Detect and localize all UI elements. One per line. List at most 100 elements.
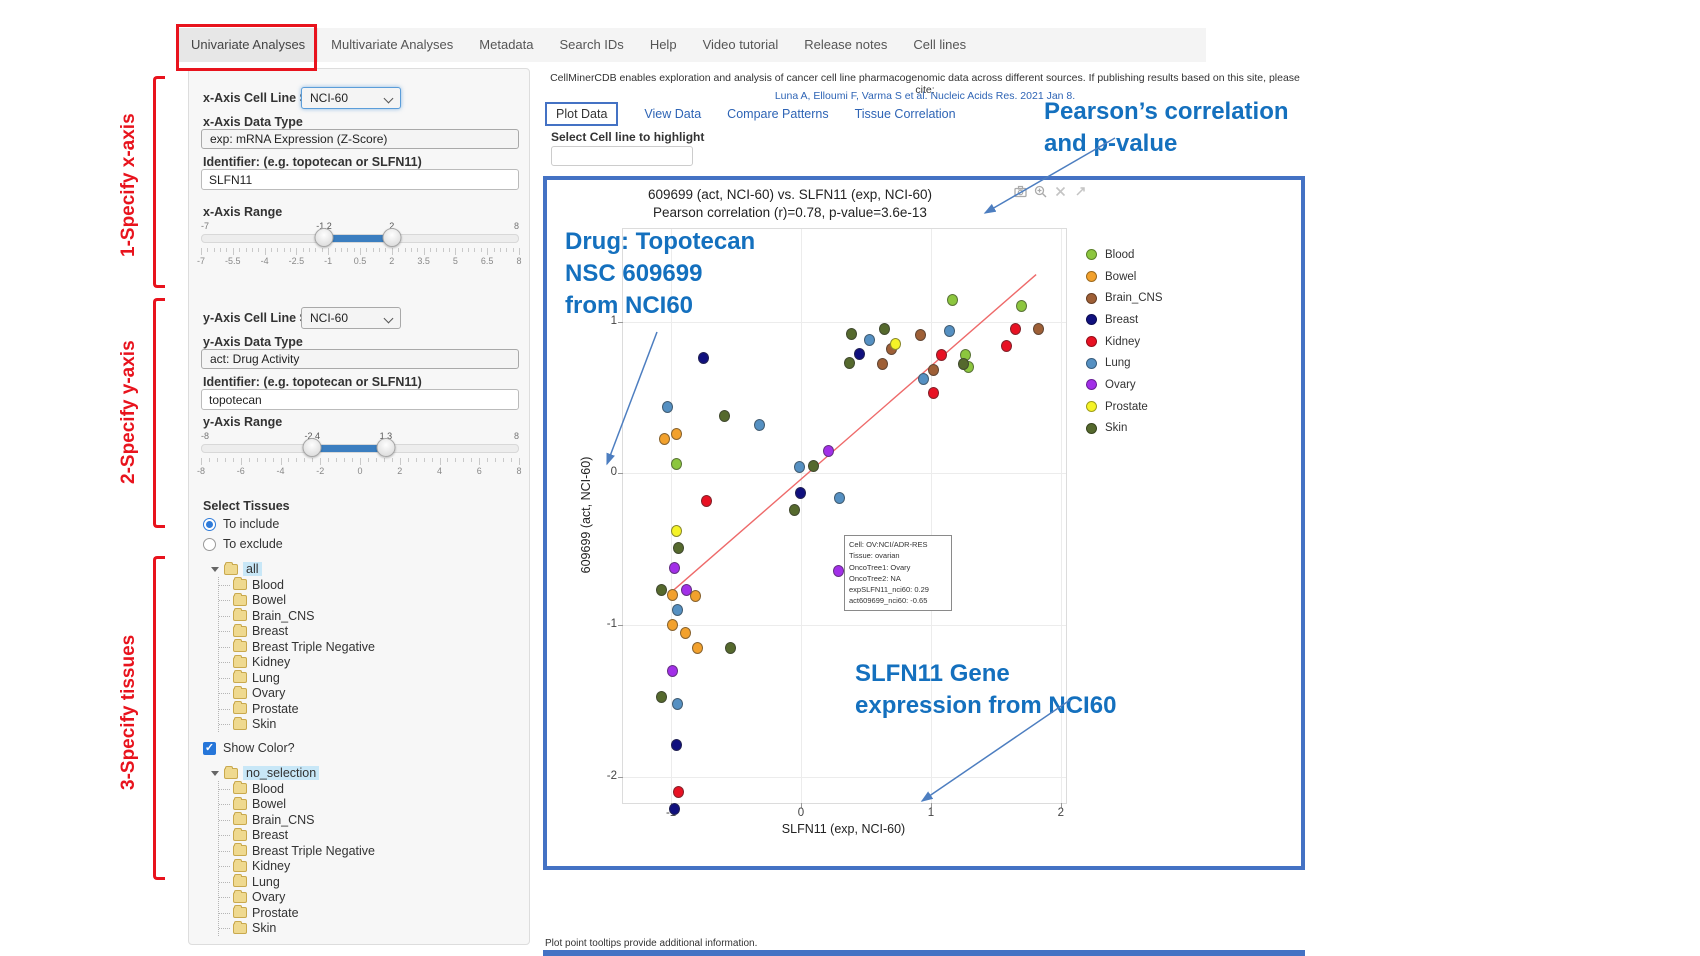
nav-tab-multivariate-analyses[interactable]: Multivariate Analyses (318, 28, 466, 62)
tree-children: BloodBowelBrain_CNSBreastBreast Triple N… (218, 781, 375, 936)
legend-item-brain-cns[interactable]: Brain_CNS (1086, 287, 1163, 309)
tree-expander-icon[interactable] (211, 771, 219, 776)
tree-root-no-selection[interactable]: no_selection (211, 765, 375, 781)
tree-root-all[interactable]: all (211, 561, 375, 577)
y-cell-line-set-select[interactable]: NCI-60 (301, 307, 401, 329)
scatter-point-bowel[interactable] (692, 642, 703, 654)
folder-icon (233, 830, 247, 841)
y-slider-handle-high[interactable] (376, 438, 395, 457)
x-slider-handle-high[interactable] (382, 228, 401, 247)
tree-item-kidney[interactable]: Kidney (219, 655, 375, 671)
scatter-point-kidney[interactable] (1010, 323, 1021, 335)
tree-item-brain-cns[interactable]: Brain_CNS (219, 608, 375, 624)
tree-item-lung[interactable]: Lung (219, 670, 375, 686)
tree-item-skin[interactable]: Skin (219, 921, 375, 937)
scatter-point-breast[interactable] (698, 352, 709, 364)
scatter-point-bowel[interactable] (680, 627, 691, 639)
scatter-point-bowel[interactable] (671, 428, 682, 440)
tree-item-bowel[interactable]: Bowel (219, 797, 375, 813)
legend-item-kidney[interactable]: Kidney (1086, 331, 1163, 353)
y-data-type-select[interactable]: act: Drug Activity (201, 349, 519, 369)
legend-item-skin[interactable]: Skin (1086, 418, 1163, 440)
scatter-point-lung[interactable] (754, 419, 765, 431)
x-range-slider[interactable]: -78-1.22-7-5.5-4-2.5-10.523.556.58 (201, 221, 519, 269)
legend-item-prostate[interactable]: Prostate (1086, 396, 1163, 418)
scatter-point-ovary[interactable] (833, 565, 844, 577)
camera-icon[interactable] (1014, 185, 1027, 198)
y-slider-tick-label: 8 (516, 466, 521, 476)
tab-view-data[interactable]: View Data (644, 107, 701, 121)
tree-item-skin[interactable]: Skin (219, 717, 375, 733)
exclude-radio[interactable]: To exclude (203, 537, 283, 551)
scatter-point-lung[interactable] (918, 373, 929, 385)
legend-item-ovary[interactable]: Ovary (1086, 374, 1163, 396)
nav-tab-metadata[interactable]: Metadata (466, 28, 546, 62)
tree-item-breast[interactable]: Breast (219, 828, 375, 844)
y-range-slider[interactable]: -88-2.41.3-8-6-4-202468 (201, 431, 519, 479)
x-slider-handle-low[interactable] (314, 228, 333, 247)
nav-tab-help[interactable]: Help (637, 28, 690, 62)
y-slider-handle-low[interactable] (303, 438, 322, 457)
scatter-point-bowel[interactable] (659, 433, 670, 445)
tree-item-prostate[interactable]: Prostate (219, 905, 375, 921)
tree-item-brain-cns[interactable]: Brain_CNS (219, 812, 375, 828)
scatter-point-skin[interactable] (846, 328, 857, 340)
legend-item-blood[interactable]: Blood (1086, 244, 1163, 266)
tree-item-blood[interactable]: Blood (219, 781, 375, 797)
tab-tissue-correlation[interactable]: Tissue Correlation (855, 107, 956, 121)
x-identifier-input[interactable]: SLFN11 (201, 169, 519, 190)
scatter-point-bowel[interactable] (667, 589, 678, 601)
scatter-point-ovary[interactable] (823, 445, 834, 457)
tree-item-breast[interactable]: Breast (219, 624, 375, 640)
legend-item-bowel[interactable]: Bowel (1086, 266, 1163, 288)
scatter-point-lung[interactable] (662, 401, 673, 413)
tree-item-blood[interactable]: Blood (219, 577, 375, 593)
scatter-point-ovary[interactable] (667, 665, 678, 677)
scatter-point-kidney[interactable] (936, 349, 947, 361)
scatter-point-breast[interactable] (854, 348, 865, 360)
tree-item-breast-triple-negative[interactable]: Breast Triple Negative (219, 843, 375, 859)
tree-item-ovary[interactable]: Ovary (219, 686, 375, 702)
tree-item-prostate[interactable]: Prostate (219, 701, 375, 717)
tree-item-kidney[interactable]: Kidney (219, 859, 375, 875)
folder-icon (233, 861, 247, 872)
tree-expander-icon[interactable] (211, 567, 219, 572)
include-radio[interactable]: To include (203, 517, 279, 531)
legend-item-lung[interactable]: Lung (1086, 352, 1163, 374)
tree-item-breast-triple-negative[interactable]: Breast Triple Negative (219, 639, 375, 655)
y-identifier-input[interactable]: topotecan (201, 389, 519, 410)
step3-annotation: 3-Specify tissues (118, 560, 140, 865)
scatter-point-prostate[interactable] (671, 525, 682, 537)
highlight-cell-line-input[interactable] (551, 146, 693, 166)
nav-tab-search-ids[interactable]: Search IDs (547, 28, 637, 62)
scatter-point-breast[interactable] (671, 739, 682, 751)
expand-icon[interactable] (1074, 185, 1087, 198)
tree-item-ovary[interactable]: Ovary (219, 890, 375, 906)
nav-tab-release-notes[interactable]: Release notes (791, 28, 900, 62)
scatter-point-kidney[interactable] (1001, 340, 1012, 352)
close-icon[interactable] (1054, 185, 1067, 198)
tree-item-lung[interactable]: Lung (219, 874, 375, 890)
scatter-point-skin[interactable] (719, 410, 730, 422)
analysis-tabs: Plot Data View Data Compare Patterns Tissue… (545, 102, 956, 126)
x-data-type-select[interactable]: exp: mRNA Expression (Z-Score) (201, 129, 519, 149)
nav-tab-cell-lines[interactable]: Cell lines (900, 28, 979, 62)
nav-tab-video-tutorial[interactable]: Video tutorial (690, 28, 792, 62)
zoom-in-icon[interactable] (1034, 185, 1047, 198)
scatter-point-skin[interactable] (879, 323, 890, 335)
tab-plot-data[interactable]: Plot Data (545, 102, 618, 126)
scatter-point-skin[interactable] (844, 357, 855, 369)
scatter-point-kidney[interactable] (701, 495, 712, 507)
show-color-checkbox[interactable]: ✓ Show Color? (203, 741, 295, 755)
tab-compare-patterns[interactable]: Compare Patterns (727, 107, 828, 121)
tree-item-bowel[interactable]: Bowel (219, 593, 375, 609)
tree-item-label: Brain_CNS (252, 813, 315, 827)
scatter-point-skin[interactable] (958, 358, 969, 370)
x-cell-line-set-select[interactable]: NCI-60 (301, 87, 401, 109)
x-data-type-value: exp: mRNA Expression (Z-Score) (210, 132, 387, 146)
scatter-point-skin[interactable] (789, 504, 800, 516)
scatter-point-lung[interactable] (944, 325, 955, 337)
y-slider-tick-label: 2 (397, 466, 402, 476)
legend-item-breast[interactable]: Breast (1086, 309, 1163, 331)
scatter-point-kidney[interactable] (928, 387, 939, 399)
